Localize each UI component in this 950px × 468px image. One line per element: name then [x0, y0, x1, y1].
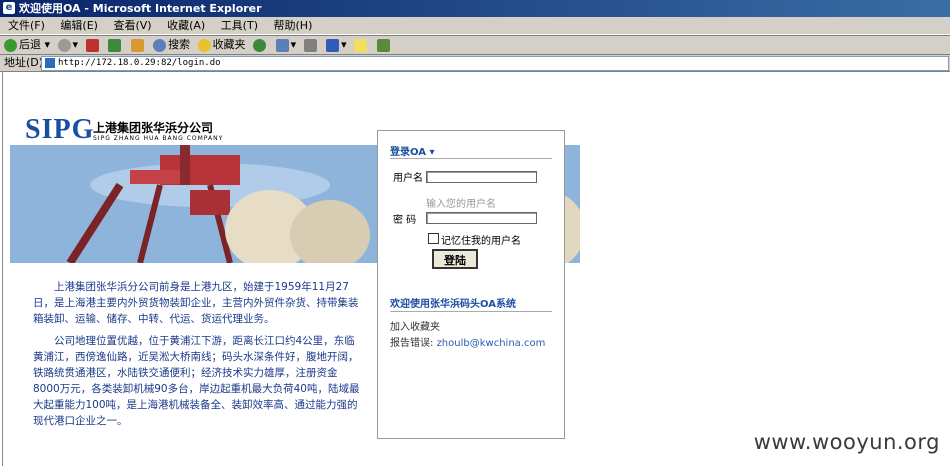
- logo-abbr: SIPG: [25, 114, 95, 145]
- report-email-link[interactable]: zhoulb@kwchina.com: [437, 338, 546, 349]
- report-error: 报告错误: zhoulb@kwchina.com: [390, 334, 545, 349]
- password-input[interactable]: [426, 212, 537, 224]
- note-icon: [354, 38, 368, 52]
- login-button[interactable]: 登陆: [432, 249, 478, 269]
- remember-label: 记忆住我的用户名: [441, 236, 521, 247]
- forward-button[interactable]: ▾: [57, 36, 78, 54]
- history-icon: [253, 38, 267, 52]
- login-header[interactable]: 登录OA ▾: [390, 143, 435, 158]
- intro-paragraph-1: 上港集团张华浜分公司前身是上港九区，始建于1959年11月27日，是上海港主要内…: [33, 281, 359, 325]
- messenger-icon: [376, 38, 390, 52]
- edit-button[interactable]: ▾: [326, 36, 347, 54]
- company-logo: SIPG 上港集团张华浜分公司 SIPG ZHANG HUA BANG COMP…: [25, 114, 222, 146]
- messenger-button[interactable]: [376, 36, 392, 54]
- menu-help[interactable]: 帮助(H): [274, 19, 313, 32]
- print-button[interactable]: [303, 36, 319, 54]
- discuss-button[interactable]: [354, 36, 369, 54]
- menu-bar: 文件(F) 编辑(E) 查看(V) 收藏(A) 工具(T) 帮助(H): [0, 17, 950, 35]
- menu-tools[interactable]: 工具(T): [221, 19, 258, 32]
- logo-en-name: SIPG ZHANG HUA BANG COMPANY: [93, 135, 224, 142]
- forward-arrow-icon: [57, 38, 71, 52]
- intro-paragraph-2: 公司地理位置优越，位于黄浦江下游，距离长江口约4公里，东临黄浦江，西傍逸仙路，近…: [33, 335, 360, 427]
- refresh-button[interactable]: [108, 36, 123, 54]
- add-favorite-link[interactable]: 加入收藏夹: [390, 318, 440, 333]
- search-icon: [153, 38, 167, 52]
- username-input[interactable]: [426, 171, 537, 183]
- favorites-button[interactable]: 收藏夹: [197, 36, 246, 54]
- welcome-title: 欢迎使用张华浜码头OA系统: [390, 299, 516, 310]
- login-panel: 登录OA ▾ 用户名 输入您的用户名 密 码 记忆住我的用户名 登陆 欢迎使用张…: [377, 130, 565, 439]
- ie-icon: e: [3, 2, 15, 14]
- logo-cn-name: 上港集团张华浜分公司: [93, 121, 214, 135]
- watermark: www.wooyun.org: [753, 430, 940, 454]
- report-label: 报告错误:: [390, 338, 434, 349]
- username-hint: 输入您的用户名: [426, 199, 496, 210]
- home-icon: [130, 38, 144, 52]
- title-bar: e 欢迎使用OA - Microsoft Internet Explorer: [0, 0, 950, 17]
- window-title: 欢迎使用OA - Microsoft Internet Explorer: [19, 2, 262, 15]
- remember-checkbox[interactable]: [428, 233, 439, 244]
- back-button[interactable]: 后退 ▾: [4, 36, 50, 54]
- home-button[interactable]: [130, 36, 146, 54]
- menu-favorites[interactable]: 收藏(A): [167, 19, 205, 32]
- refresh-icon: [108, 38, 122, 52]
- divider: [390, 158, 552, 159]
- dropdown-arrow-icon: ▾: [429, 147, 435, 158]
- address-bar: 地址(D) http://172.18.0.29:82/login.do: [0, 54, 950, 72]
- address-input[interactable]: http://172.18.0.29:82/login.do: [41, 56, 949, 71]
- stop-button[interactable]: [85, 36, 101, 54]
- page-icon: [45, 58, 55, 68]
- password-label: 密 码: [393, 215, 417, 226]
- menu-file[interactable]: 文件(F): [8, 19, 45, 32]
- word-icon: [326, 38, 340, 52]
- address-label: 地址(D): [4, 56, 44, 69]
- stop-icon: [85, 38, 99, 52]
- divider: [390, 311, 552, 312]
- mail-icon: [275, 38, 289, 52]
- toolbar: 后退 ▾ ▾ 搜索 收藏夹 ▾ ▾: [0, 35, 950, 54]
- back-arrow-icon: [4, 38, 17, 52]
- username-label: 用户名: [393, 173, 423, 184]
- menu-edit[interactable]: 编辑(E): [60, 19, 98, 32]
- history-button[interactable]: [253, 36, 268, 54]
- menu-view[interactable]: 查看(V): [113, 19, 151, 32]
- search-button[interactable]: 搜索: [153, 36, 190, 54]
- printer-icon: [303, 38, 317, 52]
- mail-button[interactable]: ▾: [275, 36, 296, 54]
- address-url: http://172.18.0.29:82/login.do: [58, 58, 221, 68]
- star-icon: [197, 38, 211, 52]
